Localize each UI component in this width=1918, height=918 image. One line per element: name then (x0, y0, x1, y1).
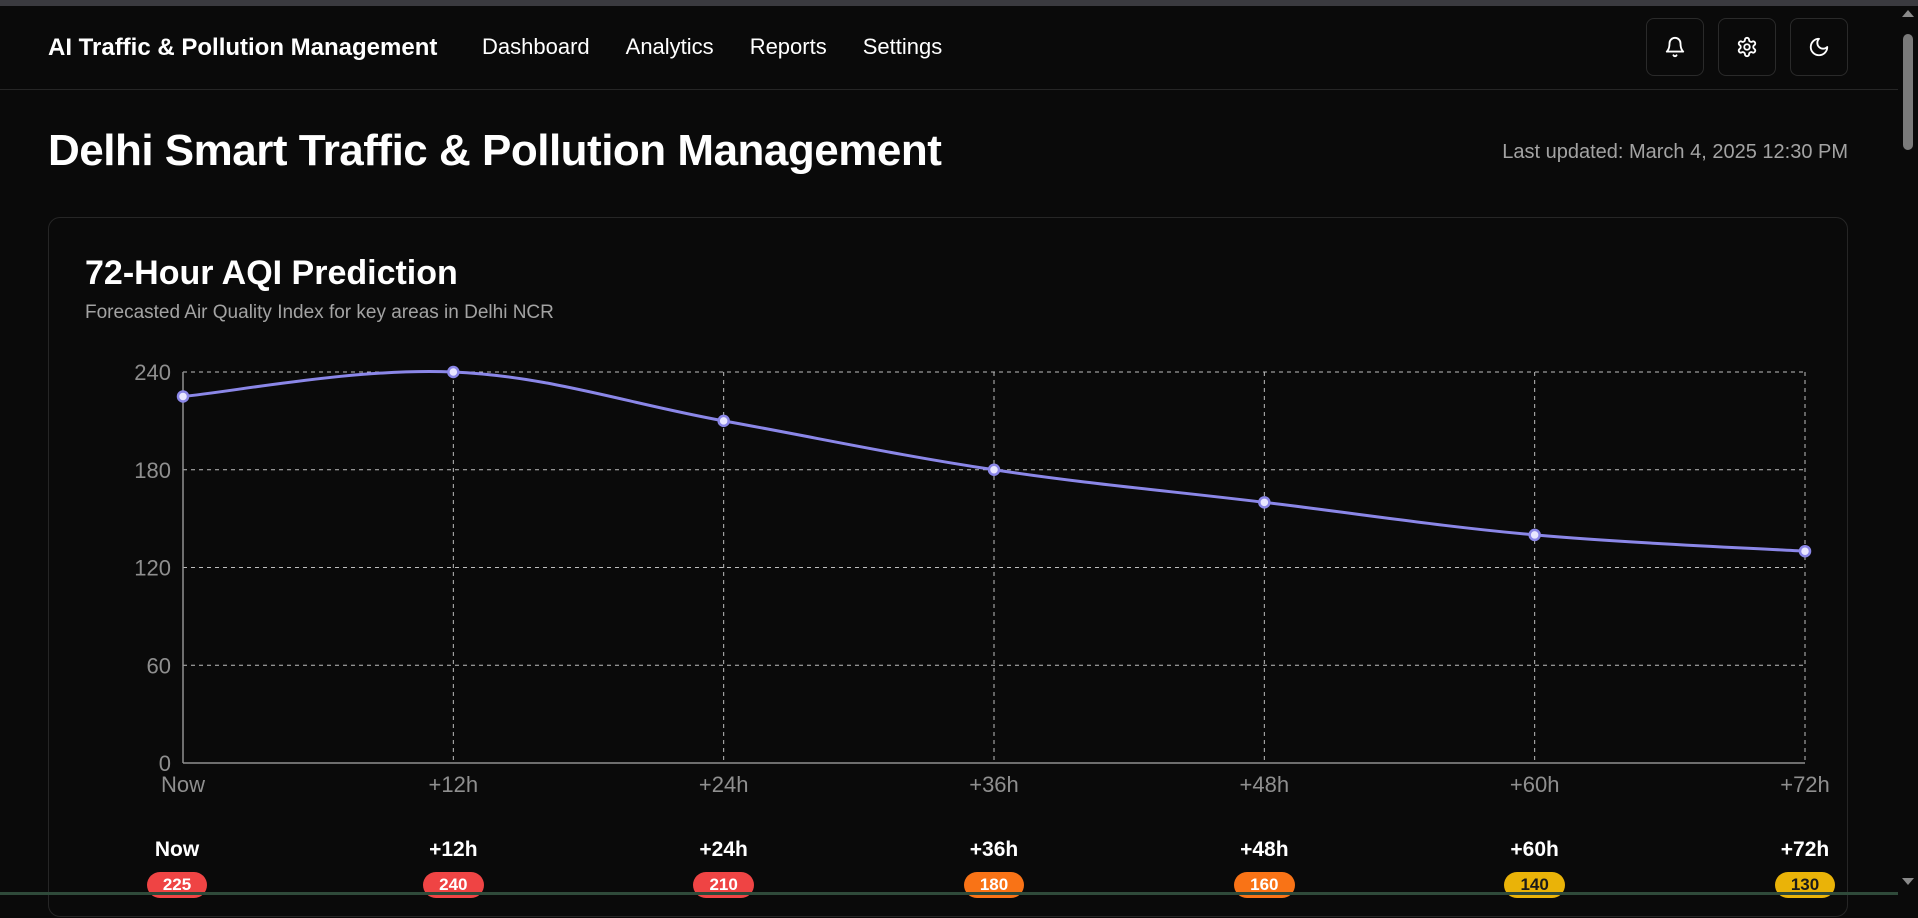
scroll-up-arrow-icon[interactable] (1902, 10, 1914, 17)
forecast-item: +48h 160 (1204, 838, 1324, 898)
moon-icon (1809, 37, 1829, 57)
nav-dashboard[interactable]: Dashboard (482, 34, 590, 60)
forecast-time-label: +72h (1780, 838, 1830, 861)
aqi-data-point[interactable] (176, 390, 190, 403)
theme-toggle-button[interactable] (1790, 18, 1848, 76)
notifications-button[interactable] (1646, 18, 1704, 76)
forecast-time-label: +24h (699, 838, 748, 861)
nav-settings[interactable]: Settings (863, 34, 943, 60)
aqi-line-chart: 060120180240Now +12h +24h +36h +48h +60h +72h (134, 360, 1830, 797)
forecast-item: +12h 240 (393, 838, 513, 898)
aqi-data-point[interactable] (1258, 496, 1271, 509)
x-tick-label: +60h (1510, 772, 1560, 797)
page-title: Delhi Smart Traffic & Pollution Manageme… (48, 126, 942, 175)
aqi-prediction-card: 72-Hour AQI Prediction Forecasted Air Qu… (48, 217, 1848, 917)
aqi-data-point[interactable] (1528, 528, 1541, 542)
x-tick-label: +12h (429, 772, 479, 797)
scroll-down-arrow-icon[interactable] (1902, 878, 1914, 885)
forecast-item: +60h 140 (1475, 838, 1595, 898)
x-tick-label: +36h (969, 772, 1019, 797)
forecast-item: +24h 210 (664, 838, 784, 898)
brand-title[interactable]: AI Traffic & Pollution Management (48, 34, 437, 62)
last-updated-text: Last updated: March 4, 2025 12:30 PM (1502, 141, 1848, 163)
forecast-summary-row: Now 225 +12h 240 +24h 210 +36h 180 +48h 160 +60h 14… (49, 838, 1849, 918)
bell-icon (1665, 37, 1685, 58)
aqi-data-point[interactable] (717, 414, 730, 428)
y-tick-label: 120 (134, 556, 171, 581)
forecast-time-label: +60h (1510, 838, 1559, 861)
nav-analytics[interactable]: Analytics (626, 34, 714, 60)
main-nav: Dashboard Analytics Reports Settings (482, 34, 978, 60)
forecast-time-label: +48h (1240, 838, 1289, 861)
aqi-data-point[interactable] (447, 365, 460, 379)
top-navbar: AI Traffic & Pollution Management Dashbo… (0, 6, 1898, 90)
x-tick-label: +48h (1240, 772, 1290, 797)
x-tick-label: +24h (699, 772, 749, 797)
forecast-time-label: Now (154, 838, 200, 861)
x-tick-label: Now (161, 772, 205, 797)
forecast-time-label: +12h (429, 838, 478, 861)
forecast-item: +36h 180 (934, 838, 1054, 898)
forecast-time-label: +36h (969, 838, 1019, 861)
settings-button[interactable] (1718, 18, 1776, 76)
nav-reports[interactable]: Reports (750, 34, 827, 60)
x-tick-label: +72h (1780, 772, 1830, 797)
y-tick-label: 180 (134, 458, 171, 483)
aqi-data-point[interactable] (987, 463, 1001, 476)
y-tick-label: 60 (147, 653, 171, 678)
forecast-item: Now 225 (117, 838, 237, 898)
chart-axes: 060120180240Now +12h +24h +36h +48h +60h +72h (134, 360, 1830, 797)
aqi-data-point[interactable] (1798, 544, 1812, 558)
y-tick-label: 240 (134, 360, 171, 385)
scrollbar-thumb[interactable] (1903, 34, 1913, 150)
forecast-item: +72h 130 (1745, 838, 1865, 898)
gear-icon (1737, 36, 1757, 58)
chart-grid (183, 371, 1806, 763)
